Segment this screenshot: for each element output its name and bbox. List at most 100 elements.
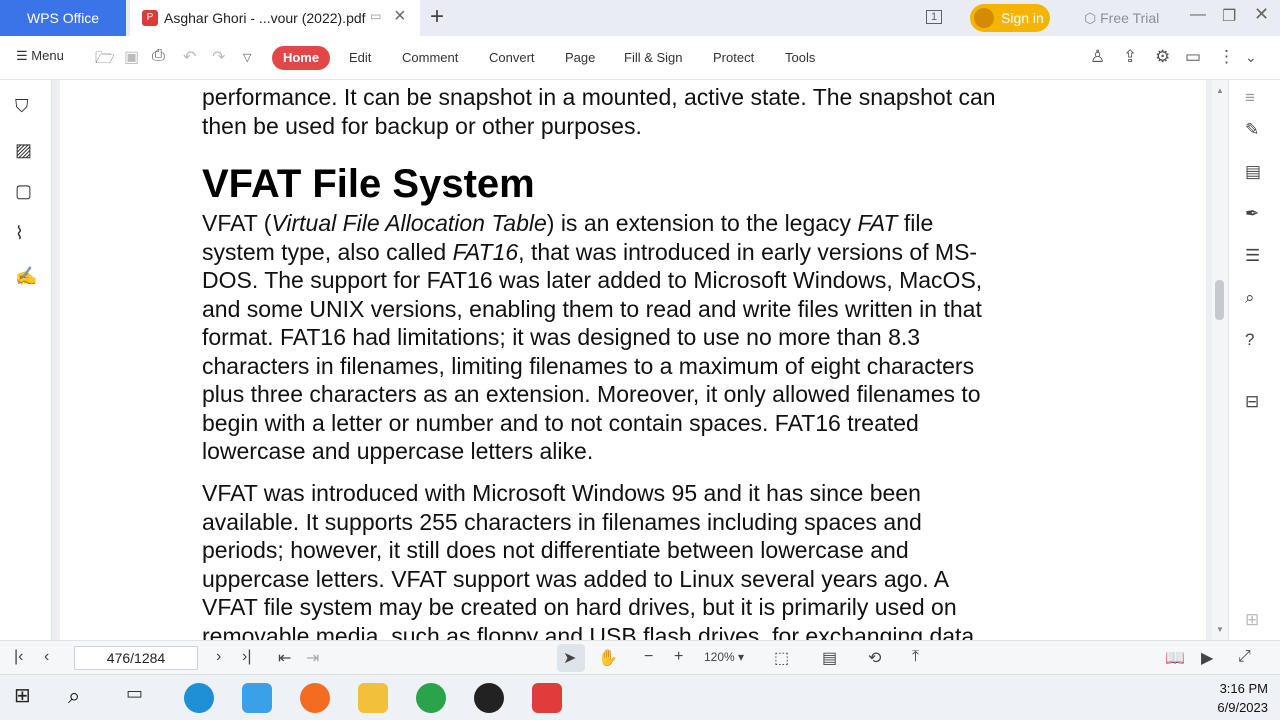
tab-page[interactable]: Page xyxy=(565,50,595,65)
redo-icon[interactable]: ↷ xyxy=(212,47,225,67)
outline-icon[interactable]: ☰ xyxy=(1245,246,1260,266)
minimize-icon[interactable]: — xyxy=(1190,6,1206,24)
open-folder-icon[interactable]: 🗁 xyxy=(95,47,115,74)
sign-in-label: Sign in xyxy=(1001,10,1044,26)
help-icon[interactable]: ? xyxy=(1245,330,1254,350)
firefox-icon[interactable] xyxy=(300,683,330,713)
zoom-out-icon[interactable]: − xyxy=(644,648,653,666)
tab-fill-sign[interactable]: Fill & Sign xyxy=(624,50,683,65)
more-icon[interactable]: ⋮ xyxy=(1218,47,1235,67)
task-view-icon[interactable]: ▭ xyxy=(126,683,156,713)
next-page-icon[interactable]: › xyxy=(216,648,221,666)
sign-pen-icon[interactable]: ✒ xyxy=(1245,204,1259,224)
share-icon[interactable]: ⇪ xyxy=(1123,47,1137,67)
edit-text-icon[interactable]: ✎ xyxy=(1245,120,1259,140)
document-tab[interactable]: P Asghar Ghori - ...vour (2022).pdf ▭ × xyxy=(130,0,420,36)
collapse-ribbon-icon[interactable]: ⌄ xyxy=(1245,49,1257,66)
paragraph-vfat-windows95: VFAT was introduced with Microsoft Windo… xyxy=(202,480,975,640)
pdf-page: performance. It can be snapshot in a mou… xyxy=(60,80,1206,640)
ribbon-toolbar: ☰ Menu 🗁 ▣ ⎙ ↶ ↷ ▽ Home Edit Comment Con… xyxy=(0,36,1280,80)
restore-icon[interactable]: ❐ xyxy=(1222,6,1236,26)
paragraph-vfat-intro: VFAT (Virtual File Allocation Table) is … xyxy=(202,210,983,464)
edge-browser-icon[interactable] xyxy=(184,683,214,713)
forward-view-icon[interactable]: ⇥ xyxy=(306,648,319,668)
clock-time: 3:16 PM xyxy=(1219,681,1268,696)
hand-tool-icon[interactable]: ✋ xyxy=(598,648,618,668)
recorder-app-icon[interactable] xyxy=(474,683,504,713)
tab-edit[interactable]: Edit xyxy=(349,50,371,65)
avatar-icon xyxy=(974,8,994,28)
zoom-level[interactable]: 120% ▾ xyxy=(704,650,744,664)
wps-office-icon[interactable] xyxy=(532,683,562,713)
translate-icon[interactable]: ⊟ xyxy=(1245,392,1259,412)
quick-access-dropdown-icon[interactable]: ▽ xyxy=(243,51,251,64)
monitor-icon[interactable]: ▭ xyxy=(370,9,381,23)
free-trial-label: Free Trial xyxy=(1100,10,1160,26)
sign-in-button[interactable]: Sign in xyxy=(970,4,1050,32)
apps-grid-icon[interactable]: ⊞ xyxy=(1245,610,1259,630)
thumbnail-image-icon[interactable]: ▨ xyxy=(15,140,32,161)
search-icon[interactable]: ⌕ xyxy=(1245,288,1255,308)
tab-comment[interactable]: Comment xyxy=(402,50,458,65)
save-icon[interactable]: ▣ xyxy=(124,47,139,67)
page-number-input[interactable]: 476/1284 xyxy=(74,646,198,670)
file-explorer-icon[interactable] xyxy=(358,683,388,713)
title-bar: WPS Office P Asghar Ghori - ...vour (202… xyxy=(0,0,1280,36)
windows-start-icon[interactable]: ⊞ xyxy=(14,683,44,713)
previous-page-icon[interactable]: ‹ xyxy=(44,648,49,666)
tab-convert[interactable]: Convert xyxy=(489,50,535,65)
rotate-icon[interactable]: ⟲ xyxy=(868,648,881,668)
tab-tools[interactable]: Tools xyxy=(785,50,815,65)
document-properties-icon[interactable]: ▤ xyxy=(1245,162,1261,182)
scroll-down-icon[interactable]: ▼ xyxy=(1216,625,1224,634)
search-icon[interactable]: ⌕ xyxy=(68,683,98,713)
reading-mode-icon[interactable]: 📖 xyxy=(1165,648,1185,668)
attachment-icon[interactable]: ⌇ xyxy=(15,223,24,244)
share-user-icon[interactable]: ♙ xyxy=(1090,47,1105,67)
menu-button[interactable]: ☰ Menu xyxy=(16,48,64,64)
new-tab-icon[interactable]: + xyxy=(430,3,444,31)
free-trial-button[interactable]: ⬡ Free Trial xyxy=(1084,0,1159,36)
page-layout-icon[interactable]: ▤ xyxy=(822,648,837,668)
close-window-icon[interactable]: ✕ xyxy=(1254,4,1269,25)
paragraph-snapshot: performance. It can be snapshot in a mou… xyxy=(202,84,996,139)
settings-icon[interactable]: ⚙ xyxy=(1155,47,1170,67)
last-page-icon[interactable]: ›| xyxy=(242,648,251,666)
status-bar: |‹ ‹ 476/1284 › ›| ⇤ ⇥ ➤ ✋ − + 120% ▾ ⬚ … xyxy=(0,640,1280,674)
signature-icon[interactable]: ✍ xyxy=(15,266,37,287)
collapse-panel-icon[interactable]: ≡ xyxy=(1245,88,1255,108)
close-tab-icon[interactable]: × xyxy=(394,5,406,28)
comments-icon[interactable]: ▢ xyxy=(15,181,32,202)
fullscreen-icon[interactable]: ⤢ xyxy=(1238,648,1251,666)
scrollbar-thumb[interactable] xyxy=(1215,280,1224,320)
document-tab-title: Asghar Ghori - ...vour (2022).pdf xyxy=(164,10,366,26)
tab-home[interactable]: Home xyxy=(272,46,330,70)
pdf-icon: P xyxy=(142,10,158,26)
chrome-icon[interactable] xyxy=(416,683,446,713)
document-viewport[interactable]: performance. It can be snapshot in a mou… xyxy=(52,80,1212,640)
page-count-badge[interactable]: 1 xyxy=(926,10,943,24)
scroll-up-icon[interactable]: ▲ xyxy=(1216,86,1224,95)
play-icon[interactable]: ▶ xyxy=(1201,648,1213,668)
first-page-icon[interactable]: |‹ xyxy=(14,648,23,666)
section-heading: VFAT File System xyxy=(202,162,535,206)
clock-date: 6/9/2023 xyxy=(1217,700,1268,715)
print-icon[interactable]: ⎙ xyxy=(152,47,165,65)
photos-app-icon[interactable] xyxy=(242,683,272,713)
export-icon[interactable]: ⤒ xyxy=(912,648,919,666)
fit-page-icon[interactable]: ⬚ xyxy=(774,648,789,668)
system-clock[interactable]: 3:16 PM 6/9/2023 xyxy=(1217,679,1268,717)
back-view-icon[interactable]: ⇤ xyxy=(278,648,291,668)
wps-office-tab[interactable]: WPS Office xyxy=(0,0,126,36)
windows-taskbar: ⊞ ⌕ ▭ 3:16 PM 6/9/2023 xyxy=(0,674,1280,720)
tab-protect[interactable]: Protect xyxy=(713,50,754,65)
right-sidebar: ≡ ✎ ▤ ✒ ☰ ⌕ ? ⊟ ⊞ xyxy=(1228,80,1280,640)
bookmark-icon[interactable]: ⛉ xyxy=(15,96,29,117)
left-sidebar: ⛉ ▨ ▢ ⌇ ✍ xyxy=(0,80,52,640)
vertical-scrollbar[interactable]: ▲ ▼ xyxy=(1212,80,1228,640)
menu-label: Menu xyxy=(31,48,64,63)
comment-bubble-icon[interactable]: ▭ xyxy=(1185,47,1201,67)
undo-icon[interactable]: ↶ xyxy=(183,47,196,67)
zoom-in-icon[interactable]: + xyxy=(674,648,683,666)
select-cursor-icon[interactable]: ➤ xyxy=(563,648,576,668)
